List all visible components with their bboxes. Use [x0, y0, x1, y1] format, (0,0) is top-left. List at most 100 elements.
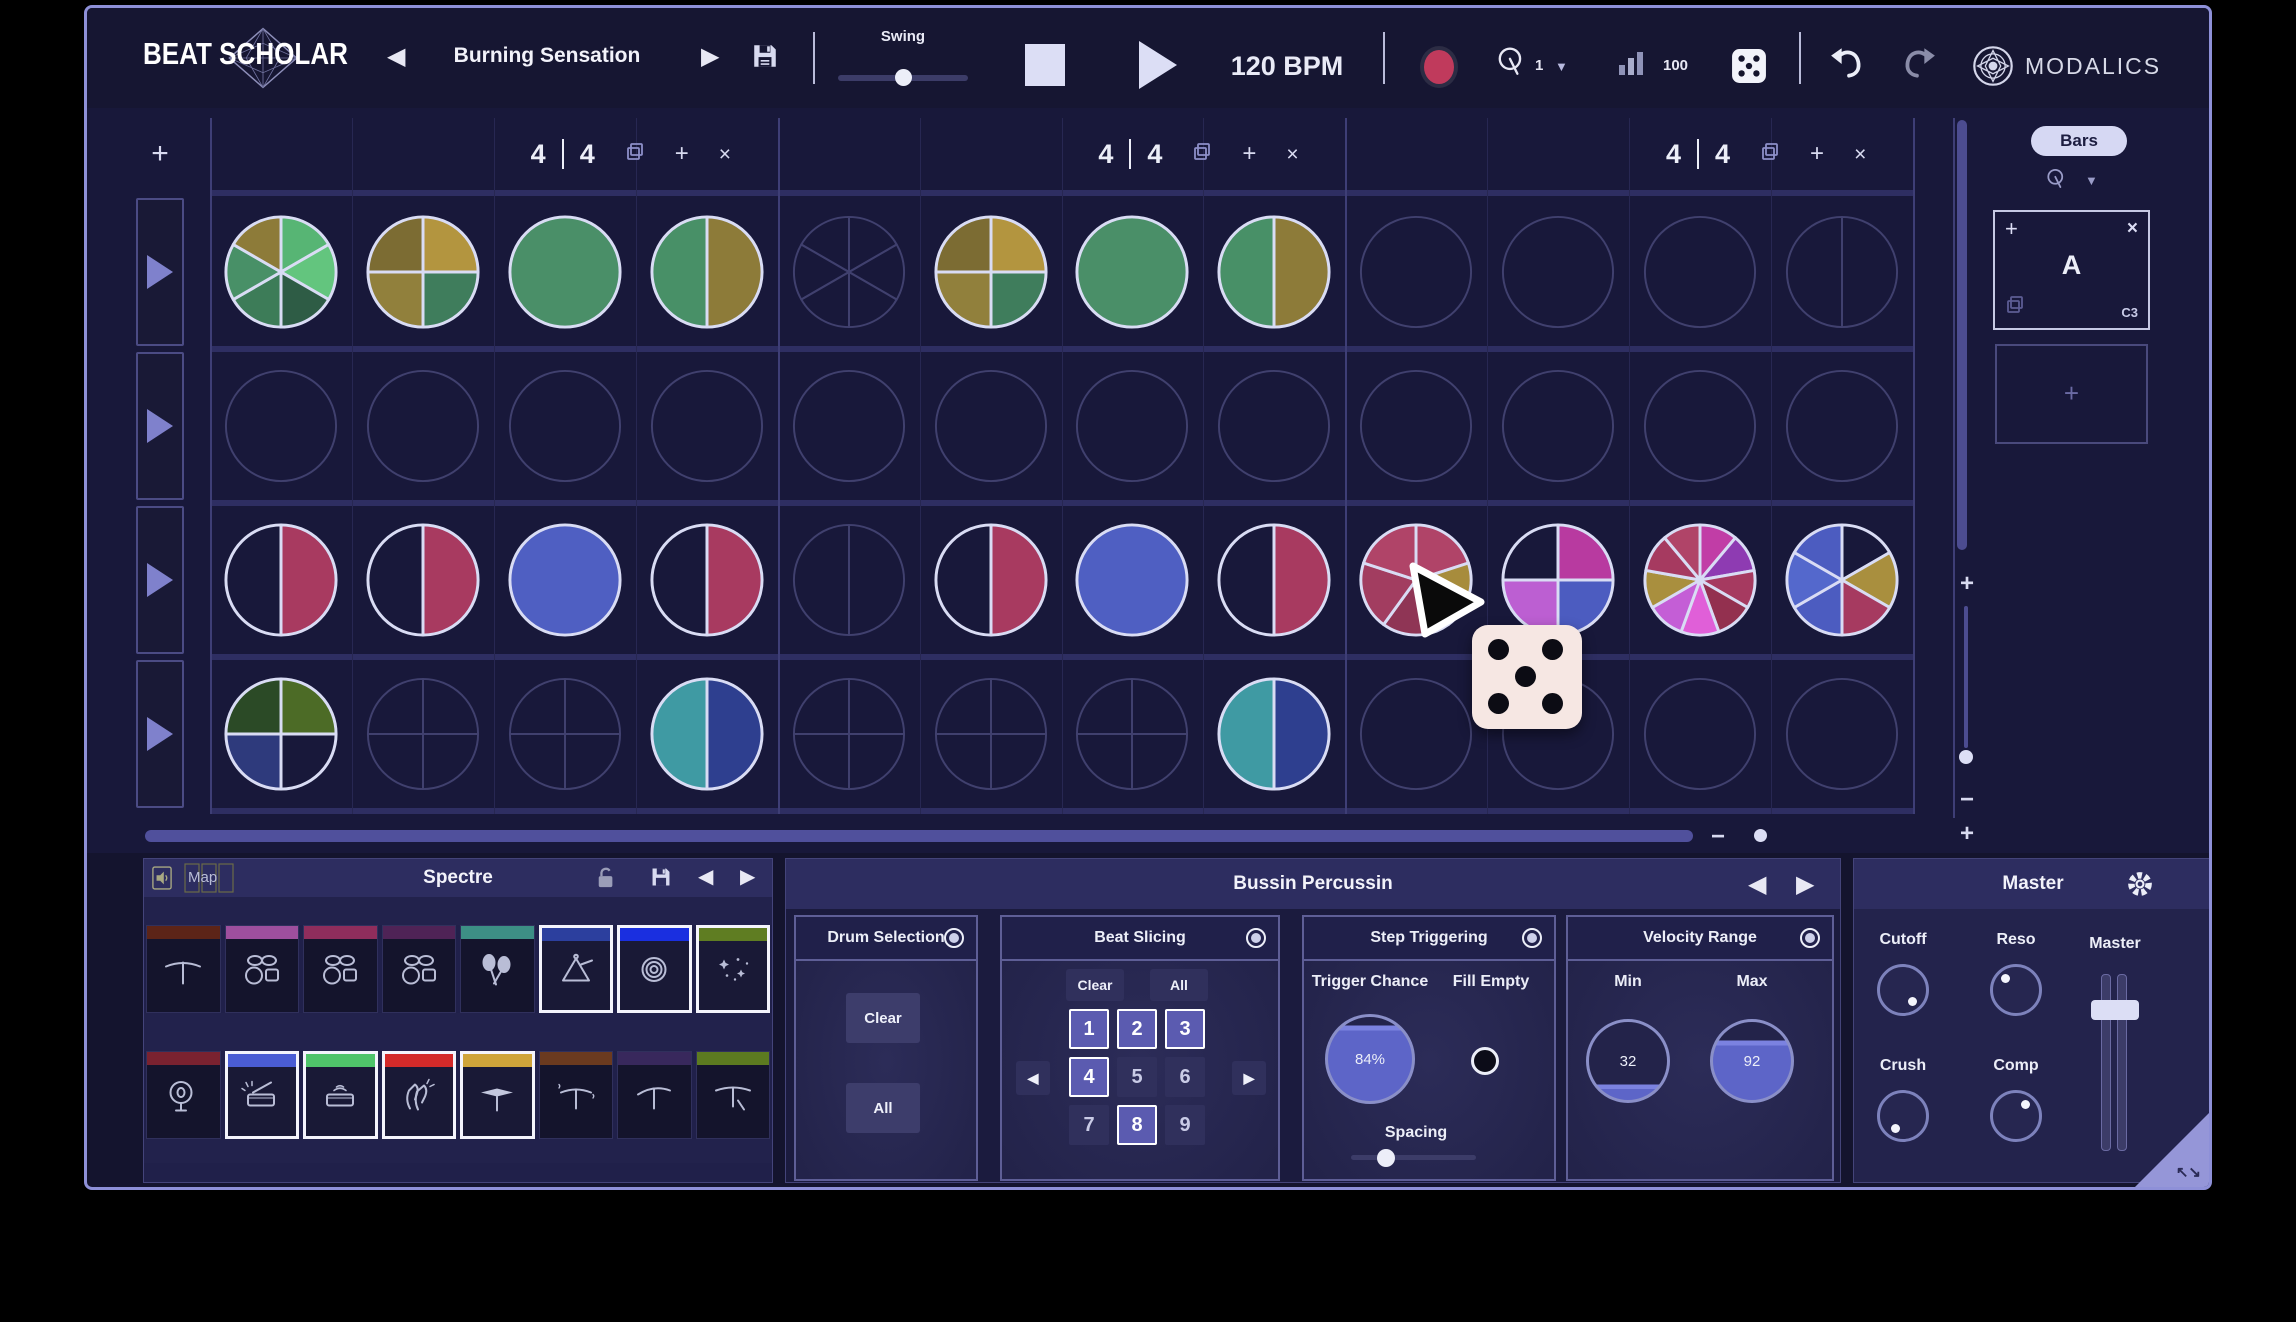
beat-cell[interactable]: [210, 352, 352, 500]
beat-cell[interactable]: [1771, 198, 1913, 346]
time-signature-top[interactable]: 4: [1666, 139, 1681, 170]
beat-cell[interactable]: [494, 198, 636, 346]
drum-pad[interactable]: [539, 925, 614, 1013]
add-bar-icon[interactable]: +: [1810, 142, 1824, 166]
drum-pad[interactable]: [617, 925, 692, 1013]
prev-pattern-button[interactable]: ◀: [387, 45, 405, 69]
save-pattern-icon[interactable]: [751, 42, 779, 75]
beat-cell[interactable]: [1629, 506, 1771, 654]
beat-cell[interactable]: [1062, 506, 1204, 654]
redo-icon[interactable]: [1899, 46, 1937, 85]
cutoff-knob[interactable]: [1877, 964, 1929, 1016]
gear-icon[interactable]: [2126, 870, 2154, 903]
bars-quantize-icon[interactable]: [2045, 168, 2067, 195]
crush-knob[interactable]: [1877, 1090, 1929, 1142]
drum-pad[interactable]: [460, 1051, 535, 1139]
drum-pad[interactable]: [617, 1051, 692, 1139]
drum-pad[interactable]: [225, 1051, 300, 1139]
drum-selection-radio[interactable]: [944, 928, 964, 948]
beat-cell[interactable]: [352, 660, 494, 808]
drum-pad[interactable]: [303, 1051, 378, 1139]
beat-cell[interactable]: [778, 352, 920, 500]
prev-preset-button[interactable]: ◀: [1748, 873, 1766, 897]
quantize-value[interactable]: 1: [1535, 57, 1543, 74]
beat-cell[interactable]: [920, 660, 1062, 808]
drum-pad[interactable]: [696, 925, 771, 1013]
slice-number-button[interactable]: 4: [1069, 1057, 1109, 1097]
master-fader-thumb[interactable]: [2091, 1000, 2139, 1020]
beat-cell[interactable]: [1203, 660, 1345, 808]
remove-bar-icon[interactable]: ×: [719, 144, 731, 165]
drum-pad[interactable]: [382, 925, 457, 1013]
beat-cell[interactable]: [920, 352, 1062, 500]
drum-pad[interactable]: [382, 1051, 457, 1139]
beat-cell[interactable]: [1203, 506, 1345, 654]
time-signature-bottom[interactable]: 4: [1147, 139, 1162, 170]
velocity-value[interactable]: 100: [1663, 57, 1688, 74]
slice-number-button[interactable]: 7: [1069, 1105, 1109, 1145]
step-triggering-radio[interactable]: [1522, 928, 1542, 948]
record-button[interactable]: [1424, 50, 1454, 84]
slice-number-button[interactable]: 3: [1165, 1009, 1205, 1049]
next-preset-button[interactable]: ▶: [1796, 873, 1814, 897]
remove-bar-icon[interactable]: ×: [1286, 144, 1298, 165]
beat-cell[interactable]: [1771, 506, 1913, 654]
beat-cell[interactable]: [1487, 198, 1629, 346]
beat-cell[interactable]: [1771, 660, 1913, 808]
add-bar-icon[interactable]: +: [1242, 142, 1256, 166]
beat-cell[interactable]: [352, 198, 494, 346]
hzoom-thumb[interactable]: [1754, 829, 1767, 842]
bars-panel-toggle[interactable]: Bars: [2031, 126, 2127, 156]
stop-button[interactable]: [1025, 44, 1065, 86]
beat-cell[interactable]: [494, 506, 636, 654]
row-play-button[interactable]: [136, 352, 184, 500]
remove-bar-icon[interactable]: ×: [1854, 144, 1866, 165]
swing-slider-thumb[interactable]: [895, 69, 912, 86]
slice-number-button[interactable]: 9: [1165, 1105, 1205, 1145]
vertical-scrollbar-thumb[interactable]: [1957, 120, 1967, 550]
drum-pad[interactable]: [696, 1051, 771, 1139]
time-signature-bottom[interactable]: 4: [580, 139, 595, 170]
reso-knob[interactable]: [1990, 964, 2042, 1016]
drum-pad[interactable]: [225, 925, 300, 1013]
beat-cell[interactable]: [920, 198, 1062, 346]
pattern-title[interactable]: Burning Sensation: [417, 44, 677, 68]
slice-all-button[interactable]: All: [1150, 969, 1208, 1001]
zoom-in-button[interactable]: +: [1954, 820, 1980, 848]
spacing-slider-thumb[interactable]: [1377, 1149, 1395, 1167]
beat-cell[interactable]: [636, 198, 778, 346]
beat-cell[interactable]: [210, 198, 352, 346]
velocity-bars-icon[interactable]: [1617, 50, 1647, 83]
add-section-card[interactable]: +: [1995, 344, 2148, 444]
map-label[interactable]: Map: [188, 869, 217, 886]
slice-number-button[interactable]: 6: [1165, 1057, 1205, 1097]
beat-cell[interactable]: [920, 506, 1062, 654]
beat-cell[interactable]: [210, 506, 352, 654]
lock-icon[interactable]: [596, 866, 616, 895]
bpm-display[interactable]: 120 BPM: [1197, 51, 1377, 82]
play-button[interactable]: [1139, 41, 1177, 89]
beat-cell[interactable]: [1629, 352, 1771, 500]
undo-icon[interactable]: [1829, 46, 1867, 85]
beat-cell[interactable]: [1062, 660, 1204, 808]
spacing-slider[interactable]: [1351, 1155, 1476, 1160]
time-signature-top[interactable]: 4: [531, 139, 546, 170]
beat-cell[interactable]: [1203, 198, 1345, 346]
vertical-zoom-slider[interactable]: [1964, 606, 1968, 748]
beat-cell[interactable]: [636, 506, 778, 654]
drum-pad[interactable]: [303, 925, 378, 1013]
row-play-button[interactable]: [136, 198, 184, 346]
beat-cell[interactable]: [494, 352, 636, 500]
slice-prev-button[interactable]: ◀: [1016, 1061, 1050, 1095]
slice-next-button[interactable]: ▶: [1232, 1061, 1266, 1095]
randomize-dice-icon[interactable]: [1731, 48, 1767, 89]
drum-pad[interactable]: [146, 925, 221, 1013]
next-kit-button[interactable]: ▶: [740, 867, 755, 887]
section-add-icon[interactable]: +: [2005, 216, 2018, 242]
beat-cell[interactable]: [1345, 660, 1487, 808]
velocity-range-radio[interactable]: [1800, 928, 1820, 948]
beat-cell[interactable]: [1487, 352, 1629, 500]
time-signature-top[interactable]: 4: [1098, 139, 1113, 170]
beat-cell[interactable]: [210, 660, 352, 808]
comp-knob[interactable]: [1990, 1090, 2042, 1142]
